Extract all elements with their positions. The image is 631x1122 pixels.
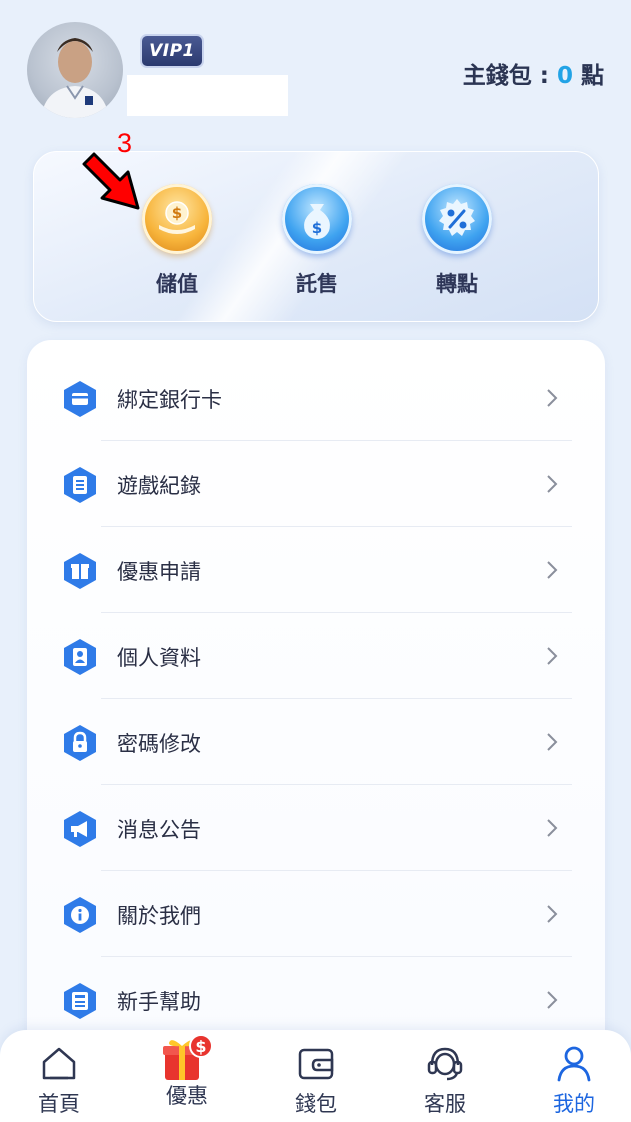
info-icon [64,897,96,933]
headset-icon [427,1047,463,1081]
consign-sell-label: 託售 [296,272,338,296]
menu-item-label: 關於我們 [117,904,201,928]
menu-item-label: 個人資料 [117,646,201,670]
profile-card-icon [64,639,96,675]
chevron-right-icon [547,561,558,579]
bank-card-icon [64,381,96,417]
transfer-points-label: 轉點 [436,272,478,296]
chevron-right-icon [547,905,558,923]
wallet-icon [298,1048,334,1080]
menu-item-label: 新手幫助 [117,990,201,1014]
red-arrow-icon [82,152,140,210]
menu-list: 綁定銀行卡 遊戲紀錄 優惠申請 個人資料 密碼修改 消息公告 關於我們 新手幫助 [27,340,605,1100]
help-book-icon [64,983,96,1019]
main-wallet-balance: 主錢包 : 0 點 [463,56,604,90]
menu-item-label: 優惠申請 [117,560,201,584]
nav-wallet[interactable]: 錢包 [276,1042,356,1118]
user-icon [557,1046,591,1082]
promo-badge: $ [195,1037,206,1056]
transfer-points-button[interactable]: 轉點 [417,184,497,298]
chevron-right-icon [547,733,558,751]
menu-item-label: 遊戲紀錄 [117,474,201,498]
wallet-label: 主錢包 : [462,63,557,89]
avatar[interactable] [27,22,123,118]
gift-box-icon: $ [163,1034,213,1080]
nav-home[interactable]: 首頁 [19,1042,99,1118]
menu-item-bind-bank-card[interactable]: 綁定銀行卡 [27,355,605,441]
deposit-label: 儲值 [156,272,198,296]
menu-item-label: 綁定銀行卡 [117,388,222,412]
nav-label: 優惠 [166,1084,208,1108]
menu-item-label: 密碼修改 [117,732,201,756]
chevron-right-icon [547,819,558,837]
chevron-right-icon [547,647,558,665]
coin-deposit-icon: $ [142,184,212,254]
bottom-nav: 首頁 $ 優惠 錢包 客服 我的 [0,1030,631,1122]
chevron-right-icon [547,991,558,1009]
menu-item-change-password[interactable]: 密碼修改 [27,699,605,785]
menu-item-promo-apply[interactable]: 優惠申請 [27,527,605,613]
nav-promotions[interactable]: $ 優惠 [147,1034,227,1110]
menu-item-label: 消息公告 [117,818,201,842]
nav-my-account[interactable]: 我的 [534,1042,614,1118]
chevron-right-icon [547,389,558,407]
deposit-button[interactable]: $ 儲值 [137,184,217,298]
home-icon [42,1047,76,1080]
lock-icon [64,725,96,761]
menu-item-personal-info[interactable]: 個人資料 [27,613,605,699]
gift-icon [64,553,96,589]
username-redacted [127,75,288,116]
nav-customer-service[interactable]: 客服 [405,1042,485,1118]
svg-text:$: $ [312,219,322,237]
nav-label: 錢包 [295,1092,337,1116]
megaphone-icon [64,811,96,847]
vip-badge: VIP1 [140,34,204,68]
menu-item-game-records[interactable]: 遊戲紀錄 [27,441,605,527]
chevron-right-icon [547,475,558,493]
money-bag-icon: $ [282,184,352,254]
menu-item-about-us[interactable]: 關於我們 [27,871,605,957]
svg-text:$: $ [172,204,182,222]
menu-item-announcements[interactable]: 消息公告 [27,785,605,871]
nav-label: 我的 [553,1092,595,1116]
record-list-icon [64,467,96,503]
percent-badge-icon [422,184,492,254]
nav-label: 首頁 [38,1092,80,1116]
consign-sell-button[interactable]: $ 託售 [277,184,357,298]
nav-label: 客服 [424,1092,466,1116]
wallet-unit: 點 [572,63,604,89]
wallet-amount: 0 [556,63,573,89]
